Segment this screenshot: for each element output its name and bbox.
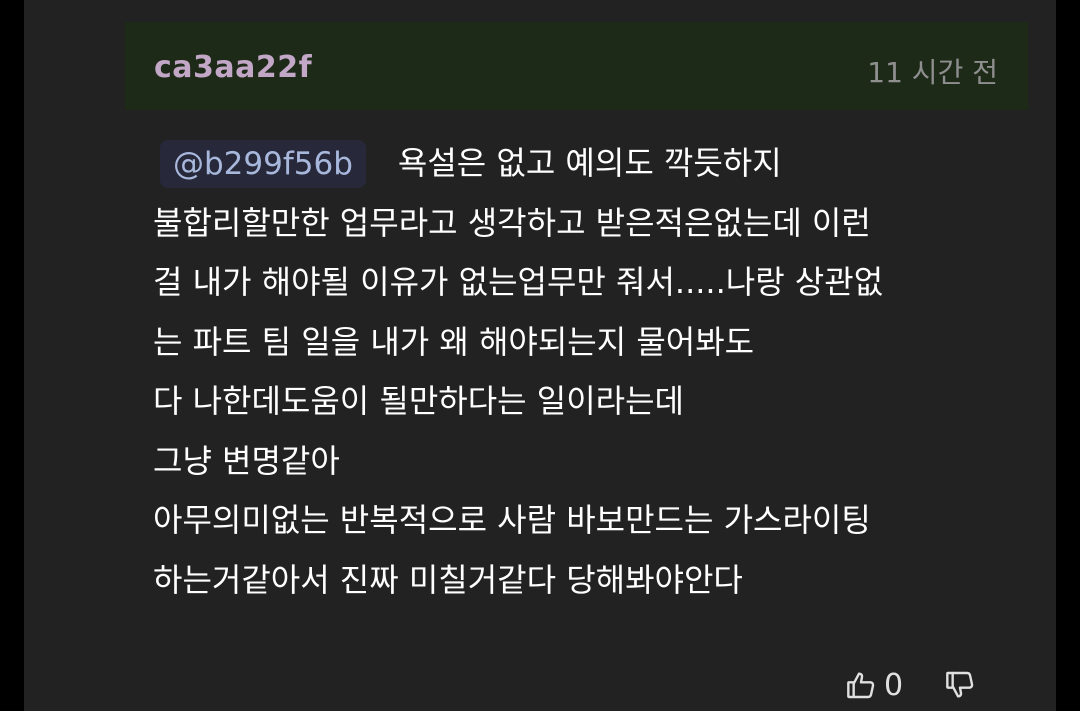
mention-link[interactable]: @b299f56b: [160, 140, 366, 188]
thumbs-down-icon[interactable]: [943, 667, 977, 703]
comment-line: 아무의미없는 반복적으로 사람 바보만드는 가스라이팅: [153, 501, 871, 539]
comment-header: ca3aa22f 11 시간 전: [125, 22, 1028, 110]
comment-card: ca3aa22f 11 시간 전 @b299f56b 욕설은 없고 예의도 깍듯하…: [24, 0, 1056, 711]
comment-line: 다 나한데도움이 될만하다는 일이라는데: [153, 382, 684, 420]
comment-line: @b299f56b 욕설은 없고 예의도 깍듯하지: [153, 134, 1033, 194]
comment-actions: 0: [844, 662, 977, 708]
comment-line: 그냥 변명같아: [153, 441, 340, 480]
comment-line: 걸 내가 해야될 이유가 없는업무만 줘서.....나랑 상관없: [153, 263, 884, 301]
comment-author[interactable]: ca3aa22f: [154, 50, 312, 85]
like-count: 0: [884, 667, 904, 703]
comment-line: 하는거같아서 진짜 미칠거같다 당해봐야안다: [153, 560, 743, 599]
comment-timestamp: 11 시간 전: [867, 56, 998, 89]
comment-body: @b299f56b 욕설은 없고 예의도 깍듯하지 불합리할만한 업무라고 생각하…: [153, 134, 1033, 610]
thumbs-up-icon[interactable]: [844, 667, 878, 703]
comment-line-text: 욕설은 없고 예의도 깍듯하지: [397, 144, 782, 182]
comment-line: 는 파트 팀 일을 내가 왜 해야되는지 물어봐도: [153, 322, 755, 361]
comment-line: 불합리할만한 업무라고 생각하고 받은적은없는데 이런: [153, 203, 871, 242]
